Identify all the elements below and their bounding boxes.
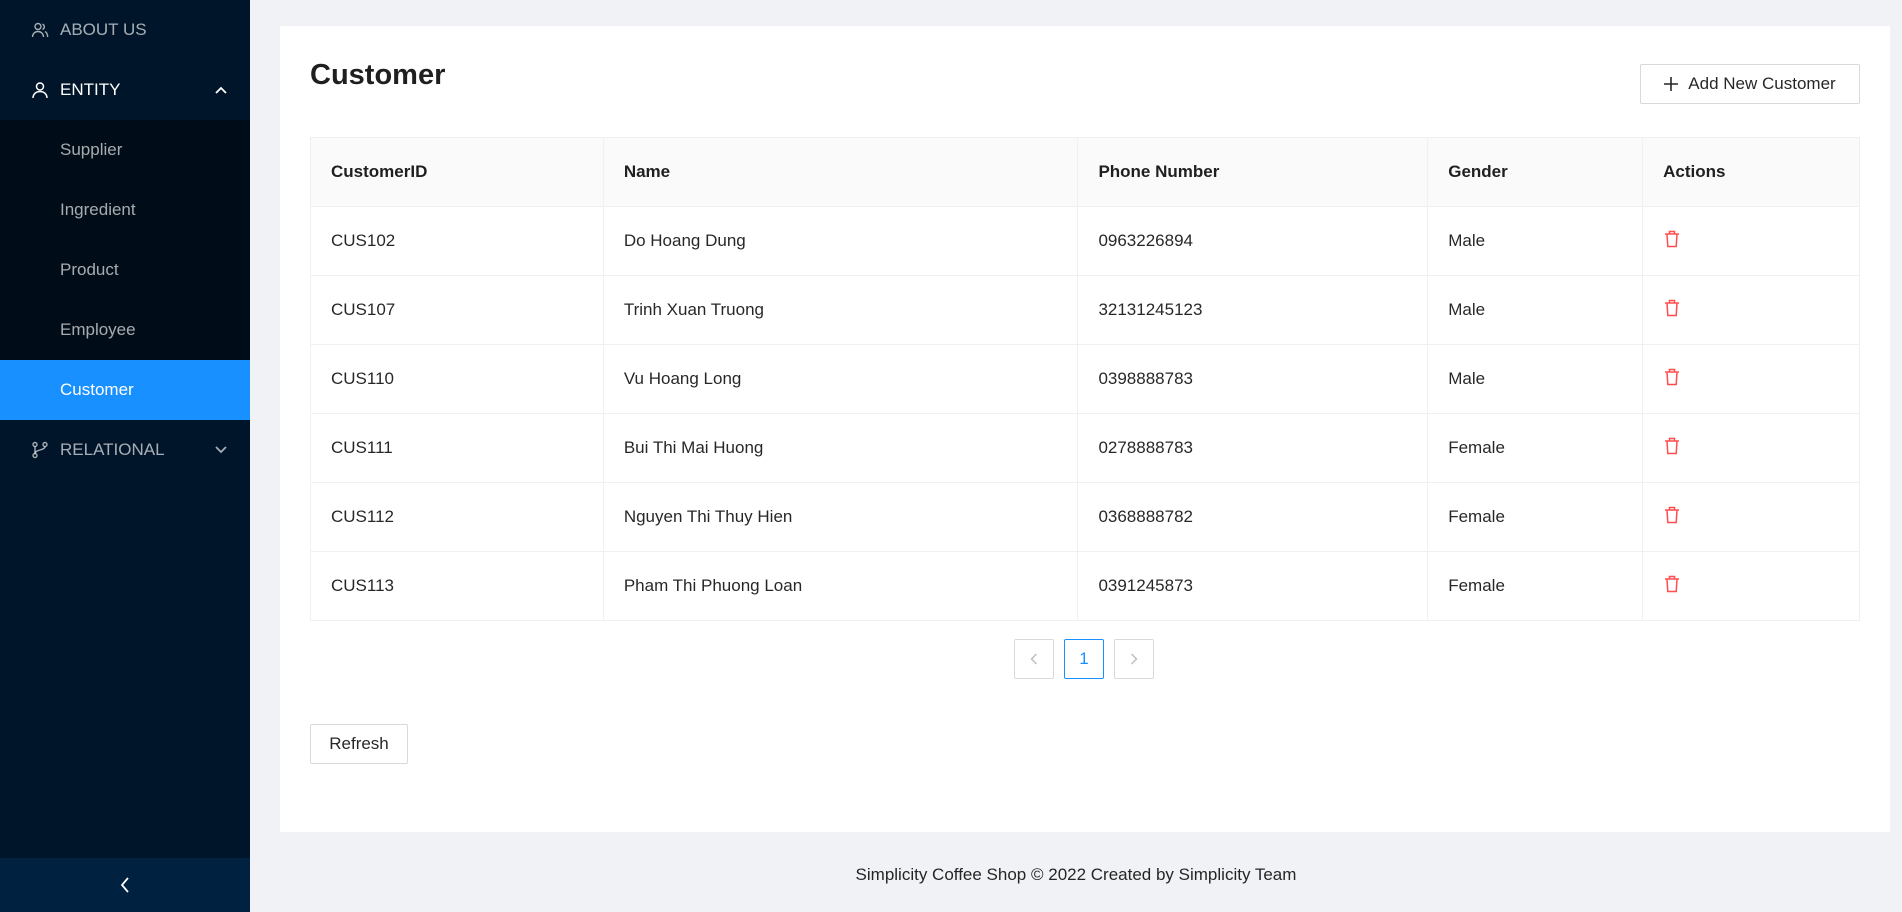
add-button-label: Add New Customer <box>1688 74 1836 93</box>
delete-icon[interactable] <box>1664 230 1680 248</box>
page-button-current[interactable]: 1 <box>1064 639 1104 679</box>
column-header-name: Name <box>602 137 1079 207</box>
previous-page-button[interactable] <box>1014 639 1054 679</box>
name-cell: Pham Thi Phuong Loan <box>602 551 1079 621</box>
name-cell: Bui Thi Mai Huong <box>602 413 1079 483</box>
table-row: CUS110 Vu Hoang Long 0398888783 Male <box>310 344 1860 414</box>
sidebar-item-entity[interactable]: ENTITY <box>0 60 250 120</box>
chevron-left-icon <box>120 877 130 893</box>
actions-cell <box>1642 413 1860 483</box>
entity-submenu: Supplier Ingredient Product Employee Cus… <box>0 120 250 420</box>
sidebar-collapse-button[interactable] <box>0 858 250 912</box>
delete-icon[interactable] <box>1664 575 1680 593</box>
name-cell: Nguyen Thi Thuy Hien <box>602 482 1079 552</box>
sidebar-item-ingredient[interactable]: Ingredient <box>0 180 250 240</box>
name-cell: Trinh Xuan Truong <box>602 275 1079 345</box>
customer-id-cell: CUS112 <box>310 482 604 552</box>
customer-table: CustomerID Name Phone Number Gender Acti… <box>310 137 1860 621</box>
phone-number-cell: 0368888782 <box>1077 482 1429 552</box>
gender-cell: Male <box>1427 344 1644 414</box>
refresh-button[interactable]: Refresh <box>310 724 408 764</box>
gender-cell: Female <box>1427 482 1644 552</box>
customer-id-cell: CUS113 <box>310 551 604 621</box>
sidebar-item-product[interactable]: Product <box>0 240 250 300</box>
phone-number-cell: 0391245873 <box>1077 551 1429 621</box>
plus-icon <box>1664 77 1679 91</box>
column-header-gender: Gender <box>1427 137 1644 207</box>
actions-cell <box>1642 551 1860 621</box>
delete-icon[interactable] <box>1664 437 1680 455</box>
sidebar-item-about-us[interactable]: ABOUT US <box>0 0 250 60</box>
sidebar-item-label: ABOUT US <box>60 20 147 39</box>
customer-id-cell: CUS107 <box>310 275 604 345</box>
sidebar-item-customer[interactable]: Customer <box>0 360 250 420</box>
gender-cell: Male <box>1427 206 1644 276</box>
next-page-button[interactable] <box>1114 639 1154 679</box>
team-icon <box>30 20 50 40</box>
table-row: CUS102 Do Hoang Dung 0963226894 Male <box>310 206 1860 276</box>
phone-number-cell: 0398888783 <box>1077 344 1429 414</box>
table-row: CUS112 Nguyen Thi Thuy Hien 0368888782 Fema… <box>310 482 1860 552</box>
customer-id-cell: CUS110 <box>310 344 604 414</box>
user-icon <box>30 80 50 100</box>
column-header-phone-number: Phone Number <box>1077 137 1429 207</box>
chevron-up-icon <box>214 83 228 97</box>
sidebar-item-supplier[interactable]: Supplier <box>0 120 250 180</box>
table-header-row: CustomerID Name Phone Number Gender Acti… <box>310 137 1860 207</box>
name-cell: Vu Hoang Long <box>602 344 1079 414</box>
name-cell: Do Hoang Dung <box>602 206 1079 276</box>
sidebar-item-label: RELATIONAL <box>60 440 165 459</box>
sidebar-item-employee[interactable]: Employee <box>0 300 250 360</box>
chevron-down-icon <box>214 443 228 457</box>
customer-id-cell: CUS102 <box>310 206 604 276</box>
branches-icon <box>30 440 50 460</box>
phone-number-cell: 0963226894 <box>1077 206 1429 276</box>
phone-number-cell: 0278888783 <box>1077 413 1429 483</box>
table-row: CUS111 Bui Thi Mai Huong 0278888783 Female <box>310 413 1860 483</box>
add-new-customer-button[interactable]: Add New Customer <box>1640 64 1860 104</box>
sidebar: ABOUT US ENTITY Supplier Ingredient Prod… <box>0 0 250 912</box>
column-header-customerid: CustomerID <box>310 137 604 207</box>
sidebar-item-label: ENTITY <box>60 80 121 99</box>
actions-cell <box>1642 275 1860 345</box>
customer-id-cell: CUS111 <box>310 413 604 483</box>
table-row: CUS107 Trinh Xuan Truong 32131245123 Male <box>310 275 1860 345</box>
delete-icon[interactable] <box>1664 368 1680 386</box>
gender-cell: Male <box>1427 275 1644 345</box>
delete-icon[interactable] <box>1664 299 1680 317</box>
chevron-left-icon <box>1030 653 1038 665</box>
table-row: CUS113 Pham Thi Phuong Loan 0391245873 Fema… <box>310 551 1860 621</box>
phone-number-cell: 32131245123 <box>1077 275 1429 345</box>
content-card: Customer Add New Customer CustomerID Nam… <box>280 26 1890 832</box>
actions-cell <box>1642 206 1860 276</box>
gender-cell: Female <box>1427 413 1644 483</box>
pagination: 1 <box>1014 639 1154 679</box>
sidebar-item-relational[interactable]: RELATIONAL <box>0 420 250 480</box>
gender-cell: Female <box>1427 551 1644 621</box>
column-header-actions: Actions <box>1642 137 1860 207</box>
chevron-right-icon <box>1130 653 1138 665</box>
actions-cell <box>1642 344 1860 414</box>
page-title: Customer <box>310 59 446 91</box>
footer: Simplicity Coffee Shop © 2022 Created by… <box>855 865 1297 884</box>
delete-icon[interactable] <box>1664 506 1680 524</box>
actions-cell <box>1642 482 1860 552</box>
